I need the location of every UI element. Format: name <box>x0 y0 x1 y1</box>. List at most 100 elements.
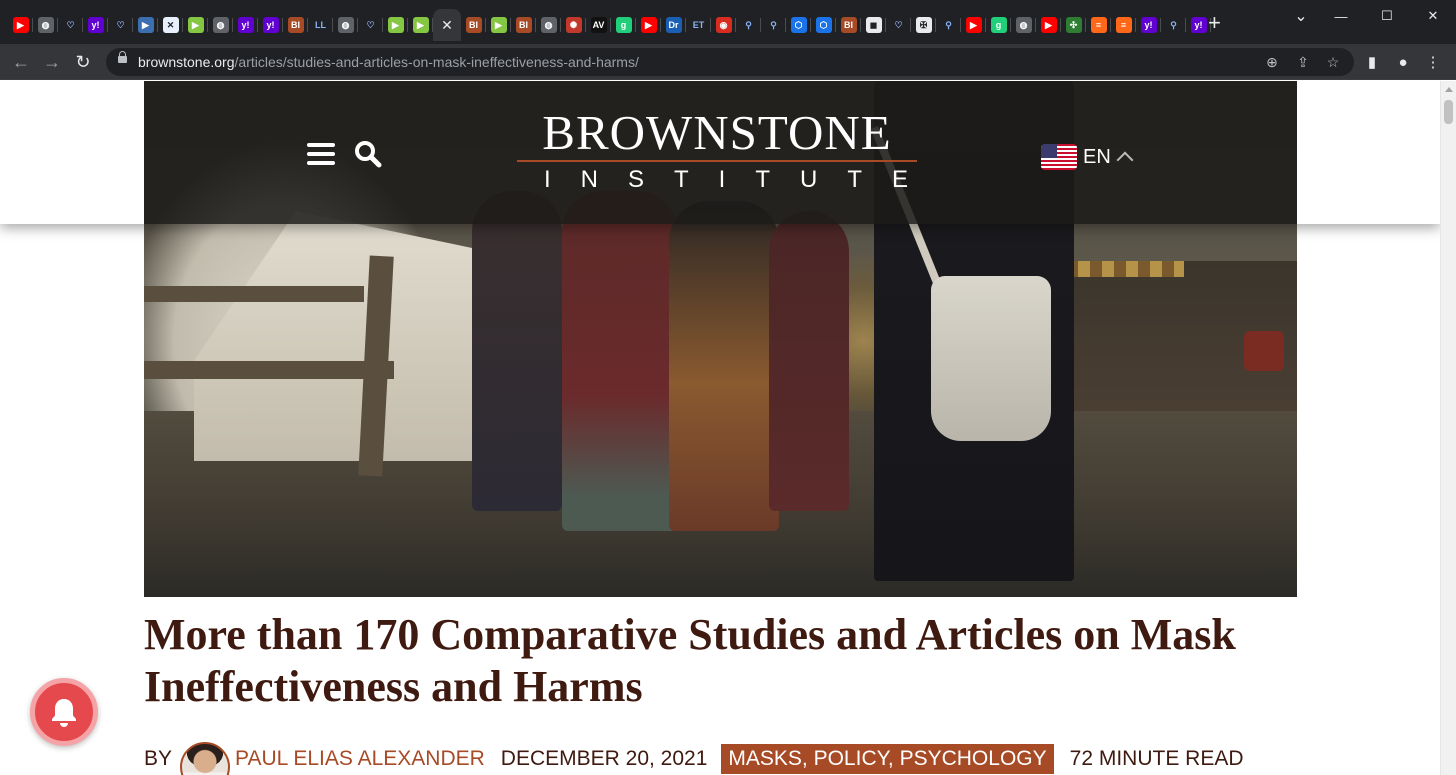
substack-icon: ≡ <box>1090 17 1107 33</box>
browser-tab[interactable]: ▶ <box>383 9 408 41</box>
browser-tab[interactable]: ♡ <box>358 9 383 41</box>
yahoo-icon: y! <box>1140 17 1157 33</box>
shield-icon: ♡ <box>62 17 79 33</box>
browser-tab[interactable]: BI <box>283 9 308 41</box>
sunburst-icon: ✺ <box>565 17 582 33</box>
category-badge[interactable]: MASKS, POLICY, PSYCHOLOGY <box>721 744 1054 774</box>
browser-tab[interactable]: ✕ <box>158 9 183 41</box>
close-icon[interactable]: ✕ <box>441 17 453 34</box>
browser-tab[interactable]: g <box>611 9 636 41</box>
browser-tab[interactable]: LL <box>308 9 333 41</box>
search-icon[interactable] <box>354 140 382 168</box>
language-code: EN <box>1083 145 1111 168</box>
browser-tab[interactable]: Dr <box>661 9 686 41</box>
browser-tab[interactable]: ⬡ <box>811 9 836 41</box>
browser-menu-icon[interactable]: ⋮ <box>1423 52 1443 72</box>
rumble-icon: ▶ <box>412 17 429 33</box>
browser-tab[interactable]: ✣ <box>1061 9 1086 41</box>
yahoo-icon: y! <box>87 17 104 33</box>
chevron-up-icon <box>1116 151 1134 169</box>
browser-tab[interactable]: ET <box>686 9 711 41</box>
browser-tab[interactable]: y! <box>1136 9 1161 41</box>
browser-tab[interactable]: ◍ <box>208 9 233 41</box>
bookmark-star-icon[interactable]: ☆ <box>1323 52 1343 72</box>
brownstone-icon: BI <box>515 17 532 33</box>
browser-tab[interactable]: ⚲ <box>736 9 761 41</box>
browser-tab[interactable]: ▶ <box>1036 9 1061 41</box>
browser-tab[interactable]: ♡ <box>886 9 911 41</box>
browser-tab[interactable]: y! <box>83 9 108 41</box>
side-panel-icon[interactable]: ▮ <box>1362 52 1382 72</box>
browser-tab[interactable]: ▶ <box>183 9 208 41</box>
browser-tab[interactable]: BI <box>511 9 536 41</box>
scroll-thumb[interactable] <box>1444 100 1453 124</box>
forward-button[interactable]: → <box>41 51 63 73</box>
address-bar[interactable]: brownstone.org/articles/studies-and-arti… <box>106 48 1354 76</box>
browser-tab[interactable]: ✺ <box>561 9 586 41</box>
hero-figure <box>562 191 677 531</box>
hero-figure <box>472 191 562 511</box>
browser-tab[interactable]: ✕ <box>433 9 461 41</box>
browser-tab[interactable]: ▶ <box>408 9 433 41</box>
browser-tab[interactable]: ▶ <box>486 9 511 41</box>
close-window-button[interactable]: ✕ <box>1410 0 1456 32</box>
browser-tab[interactable]: ◍ <box>536 9 561 41</box>
logo-divider <box>517 160 917 162</box>
url-text[interactable]: brownstone.org/articles/studies-and-arti… <box>138 54 639 70</box>
profile-avatar-icon[interactable]: ● <box>1393 52 1413 72</box>
back-button[interactable]: ← <box>10 51 32 73</box>
scroll-up-arrow-icon[interactable] <box>1445 87 1453 92</box>
browser-tab[interactable]: ⚲ <box>1161 9 1186 41</box>
author-link[interactable]: PAUL ELIAS ALEXANDER <box>235 747 485 771</box>
browser-tab[interactable]: ▶ <box>8 9 33 41</box>
site-logo[interactable]: BROWNSTONE INSTITUTE <box>514 107 920 193</box>
notification-bell-button[interactable] <box>30 678 98 746</box>
browser-tab[interactable]: ⚲ <box>936 9 961 41</box>
maximize-button[interactable]: ☐ <box>1364 0 1410 32</box>
browser-tab[interactable]: ◼ <box>861 9 886 41</box>
browser-tab[interactable]: ♡ <box>108 9 133 41</box>
new-tab-button[interactable]: + <box>1208 12 1221 34</box>
browser-tab[interactable]: ⬡ <box>786 9 811 41</box>
browser-tab[interactable]: ▶ <box>133 9 158 41</box>
browser-tab[interactable]: ≡ <box>1111 9 1136 41</box>
podcast-icon: ◉ <box>715 17 732 33</box>
zoom-icon[interactable]: ⊕ <box>1262 52 1282 72</box>
lock-icon[interactable] <box>118 51 127 63</box>
browser-tab[interactable]: ✠ <box>911 9 936 41</box>
browser-tab[interactable]: ≡ <box>1086 9 1111 41</box>
globe-icon: ◍ <box>1015 17 1032 33</box>
gab-icon: g <box>990 17 1007 33</box>
browser-tab[interactable]: ⚲ <box>761 9 786 41</box>
browser-tab[interactable]: AV <box>586 9 611 41</box>
image-icon: ✕ <box>162 17 179 33</box>
browser-tab[interactable]: y! <box>258 9 283 41</box>
hamburger-menu-icon[interactable] <box>307 143 335 165</box>
browser-tab[interactable]: ◉ <box>711 9 736 41</box>
share-icon[interactable]: ⇪ <box>1293 52 1313 72</box>
browser-tab[interactable]: BI <box>461 9 486 41</box>
flag-icon: ▶ <box>137 17 154 33</box>
cube-icon: ⬡ <box>815 17 832 33</box>
browser-tab[interactable]: BI <box>836 9 861 41</box>
browser-toolbar: ← → ↻ brownstone.org/articles/studies-an… <box>0 44 1456 80</box>
browser-tab[interactable]: ▶ <box>961 9 986 41</box>
browser-tab[interactable]: ▶ <box>636 9 661 41</box>
news-icon: AV <box>590 17 607 33</box>
globe-icon: ◍ <box>212 17 229 33</box>
tab-strip: ▶ ◍ ♡ y! ♡ ▶ ✕ ▶ ◍ y! y! BI LL ◍ ♡ ▶ ▶ ✕ BI ▶ BI ◍ ✺ AV g ▶ Dr ET ◉ ⚲… <box>0 0 1456 44</box>
browser-tab[interactable]: g <box>986 9 1011 41</box>
browser-tab[interactable]: ◍ <box>333 9 358 41</box>
reload-button[interactable]: ↻ <box>72 51 94 73</box>
badge-icon: ◼ <box>865 17 882 33</box>
language-selector[interactable]: EN <box>1041 144 1134 170</box>
browser-tab[interactable]: ♡ <box>58 9 83 41</box>
browser-tab[interactable]: ◍ <box>33 9 58 41</box>
minimize-button[interactable]: — <box>1318 0 1364 32</box>
author-avatar[interactable] <box>180 742 231 775</box>
browser-tab[interactable]: y! <box>233 9 258 41</box>
rumble-icon: ▶ <box>187 17 204 33</box>
hero-stall-goods <box>1244 331 1284 371</box>
browser-tab[interactable]: ◍ <box>1011 9 1036 41</box>
vertical-scrollbar[interactable] <box>1440 81 1456 775</box>
